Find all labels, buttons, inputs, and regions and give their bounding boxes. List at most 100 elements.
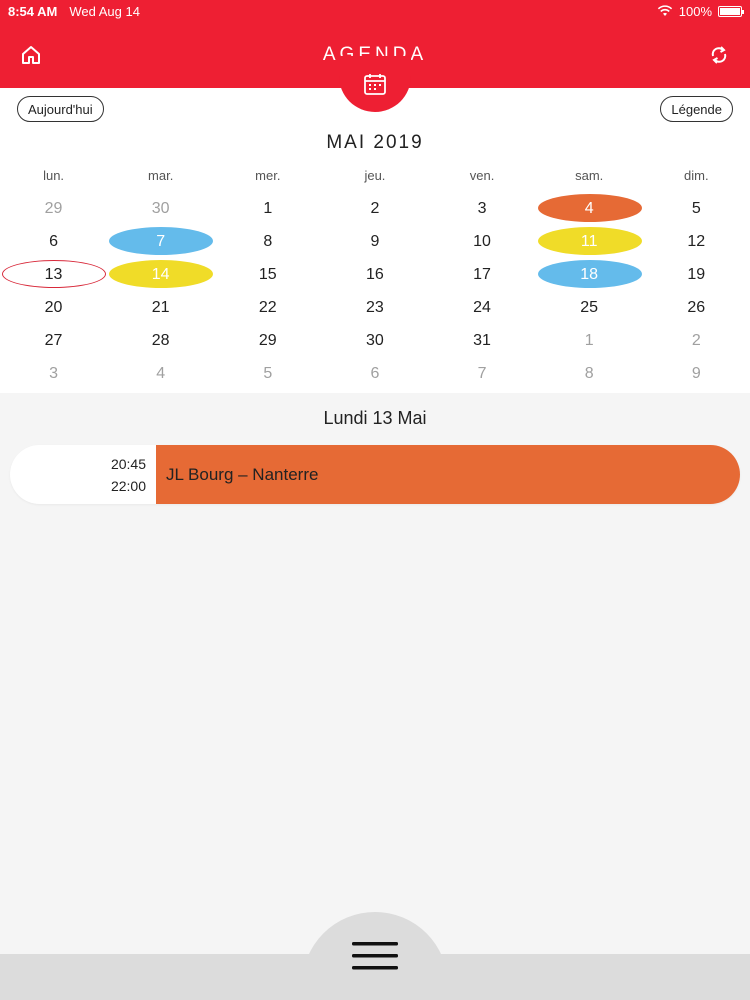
calendar-day-number: 21 [151, 298, 170, 316]
calendar-week-row: 6 7 8 9 10 11 12 [0, 225, 750, 258]
calendar-day[interactable]: 30 [107, 192, 214, 225]
calendar-week-row: 29 30 1 2 3 4 5 [0, 192, 750, 225]
calendar-day-number: 17 [473, 265, 491, 283]
calendar-day-number: 31 [473, 331, 491, 349]
calendar-day[interactable]: 1 [214, 192, 321, 225]
calendar-day[interactable]: 12 [643, 225, 750, 258]
calendar-day-number: 29 [44, 199, 63, 217]
calendar-day[interactable]: 21 [107, 291, 214, 324]
calendar-day[interactable]: 7 [107, 225, 214, 258]
calendar-day-number: 30 [366, 331, 384, 349]
weekday-label: sam. [575, 168, 604, 183]
calendar-day[interactable]: 5 [214, 357, 321, 390]
calendar-day[interactable]: 26 [643, 291, 750, 324]
calendar-day-number: 7 [156, 232, 166, 250]
calendar-day-number: 4 [584, 199, 594, 217]
weekday-label: mer. [255, 168, 281, 183]
calendar-day-number: 4 [156, 364, 166, 382]
calendar-day-number: 14 [151, 265, 170, 283]
calendar-day-number: 22 [258, 298, 277, 316]
calendar-day-number: 19 [687, 265, 706, 283]
legend-button[interactable]: Légende [660, 96, 733, 122]
calendar-day-number: 13 [44, 265, 63, 283]
calendar-day[interactable]: 18 [536, 258, 643, 291]
calendar-week-row: 3 4 5 6 7 8 9 [0, 357, 750, 390]
calendar-day[interactable]: 8 [214, 225, 321, 258]
calendar-day[interactable]: 23 [321, 291, 428, 324]
calendar-day[interactable]: 27 [0, 324, 107, 357]
calendar-day-number: 9 [691, 364, 701, 382]
calendar-day[interactable]: 24 [429, 291, 536, 324]
calendar-day[interactable]: 7 [429, 357, 536, 390]
calendar-day-number: 6 [370, 364, 380, 382]
calendar-day-number: 26 [687, 298, 706, 316]
month-title: MAI 2019 [326, 132, 424, 153]
calendar-day-number: 24 [473, 298, 491, 316]
calendar-day-number: 1 [584, 331, 594, 349]
calendar-day[interactable]: 9 [643, 357, 750, 390]
calendar-day[interactable]: 16 [321, 258, 428, 291]
calendar-day-number: 3 [477, 199, 487, 217]
calendar-day-number: 10 [473, 232, 491, 250]
calendar-day[interactable]: 28 [107, 324, 214, 357]
hamburger-menu-icon [352, 942, 398, 970]
calendar-day[interactable]: 29 [0, 192, 107, 225]
calendar-day-number: 20 [44, 298, 63, 316]
calendar-day-number: 23 [366, 298, 384, 316]
calendar-day[interactable]: 10 [429, 225, 536, 258]
calendar-day[interactable]: 4 [536, 192, 643, 225]
refresh-icon[interactable] [708, 44, 730, 66]
calendar-day[interactable]: 11 [536, 225, 643, 258]
calendar-day[interactable]: 22 [214, 291, 321, 324]
calendar-day[interactable]: 19 [643, 258, 750, 291]
calendar-day[interactable]: 14 [107, 258, 214, 291]
calendar-day[interactable]: 25 [536, 291, 643, 324]
calendar-day[interactable]: 6 [321, 357, 428, 390]
calendar-week-row: 13 14 15 16 17 18 19 [0, 258, 750, 291]
calendar-day-number: 2 [691, 331, 701, 349]
calendar-day[interactable]: 9 [321, 225, 428, 258]
calendar-day[interactable]: 4 [107, 357, 214, 390]
calendar-day[interactable]: 1 [536, 324, 643, 357]
calendar-day[interactable]: 3 [429, 192, 536, 225]
battery-icon [718, 5, 744, 17]
event-item[interactable]: 20:45 22:00 JL Bourg – Nanterre [10, 445, 740, 504]
calendar-icon [364, 74, 386, 95]
status-time: 8:54 AM [8, 3, 58, 19]
event-end-time: 22:00 [110, 477, 146, 494]
weekday-label: mar. [148, 168, 174, 183]
calendar-day[interactable]: 8 [536, 357, 643, 390]
calendar-day[interactable]: 13 [0, 258, 107, 291]
calendar-day-number: 18 [580, 265, 599, 283]
calendar-day[interactable]: 31 [429, 324, 536, 357]
calendar-day[interactable]: 2 [643, 324, 750, 357]
calendar-day-number: 5 [263, 364, 273, 382]
calendar-day-number: 11 [580, 232, 598, 250]
calendar-day-number: 12 [687, 232, 706, 250]
battery-percent: 100% [678, 3, 712, 19]
calendar-day-number: 5 [691, 199, 701, 217]
calendar-day[interactable]: 3 [0, 357, 107, 390]
menu-button[interactable] [302, 912, 448, 1000]
calendar-day[interactable]: 5 [643, 192, 750, 225]
status-right: 100% [657, 3, 744, 19]
today-button[interactable]: Aujourd'hui [17, 96, 104, 122]
calendar-day[interactable]: 30 [321, 324, 428, 357]
calendar-day-number: 15 [258, 265, 277, 283]
event-title: JL Bourg – Nanterre [156, 445, 740, 504]
calendar-day[interactable]: 17 [429, 258, 536, 291]
calendar-day-number: 8 [263, 232, 273, 250]
calendar-day-number: 6 [49, 232, 59, 250]
calendar-day-number: 27 [44, 331, 63, 349]
calendar-day[interactable]: 6 [0, 225, 107, 258]
calendar-day[interactable]: 29 [214, 324, 321, 357]
calendar-day-number: 1 [263, 199, 273, 217]
calendar-day[interactable]: 20 [0, 291, 107, 324]
weekday-label: jeu. [364, 168, 386, 183]
calendar-week-row: 27 28 29 30 31 1 2 [0, 324, 750, 357]
calendar-day-number: 25 [580, 298, 599, 316]
selected-date-label: Lundi 13 Mai [323, 408, 427, 428]
calendar-day[interactable]: 2 [321, 192, 428, 225]
calendar-day[interactable]: 15 [214, 258, 321, 291]
calendar-day-number: 29 [258, 331, 277, 349]
